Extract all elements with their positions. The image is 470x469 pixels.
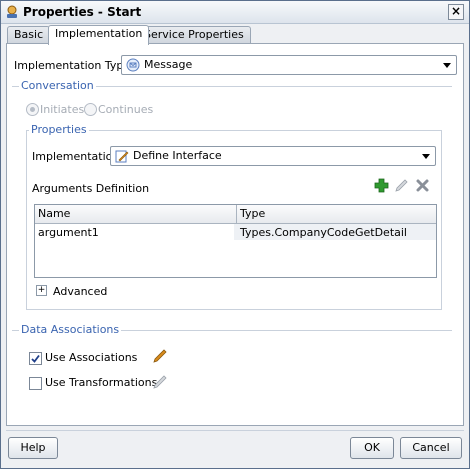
table-row[interactable]: argument1 — [35, 224, 234, 240]
arguments-table: Name Type argument1 Types.CompanyCodeGet… — [34, 204, 437, 278]
use-transformations-checkbox[interactable] — [29, 377, 42, 390]
arguments-definition-label: Arguments Definition — [32, 182, 150, 195]
chevron-down-icon — [422, 154, 430, 159]
table-row-type[interactable]: Types.CompanyCodeGetDetail — [234, 224, 436, 240]
properties-title: Properties — [29, 123, 89, 136]
conversation-title: Conversation — [19, 79, 96, 92]
ok-button[interactable]: OK — [350, 437, 394, 459]
app-icon — [7, 5, 17, 18]
delete-icon[interactable] — [415, 178, 430, 193]
column-header-name[interactable]: Name — [35, 205, 237, 224]
data-associations-title: Data Associations — [19, 323, 122, 336]
checkmark-icon — [31, 354, 40, 363]
use-associations-checkbox[interactable] — [29, 352, 42, 365]
tab-implementation[interactable]: Implementation — [48, 25, 150, 45]
close-icon: × — [450, 4, 462, 18]
implementation-type-select[interactable]: Message — [121, 55, 457, 75]
add-icon[interactable] — [374, 178, 389, 193]
advanced-expand-icon[interactable]: + — [36, 285, 47, 296]
define-interface-icon — [115, 150, 129, 163]
cancel-button[interactable]: Cancel — [400, 437, 462, 459]
chevron-down-icon — [443, 63, 451, 68]
tab-service-properties[interactable]: Service Properties — [137, 26, 251, 44]
argument-name-cell[interactable]: argument1 — [35, 224, 99, 239]
help-button[interactable]: Help — [8, 437, 58, 459]
title-bar[interactable]: Properties - Start × — [1, 1, 469, 24]
initiates-label: Initiates — [40, 103, 85, 116]
use-associations-label: Use Associations — [45, 351, 138, 364]
argument-type-cell[interactable]: Types.CompanyCodeGetDetail — [237, 224, 407, 239]
close-button[interactable]: × — [448, 4, 464, 20]
properties-dialog: Properties - Start × Basic Implementatio… — [0, 0, 470, 469]
initiates-radio[interactable] — [26, 103, 39, 116]
implementation-panel: Implementation Type: Message Conversatio… — [6, 43, 464, 426]
footer-divider — [6, 430, 464, 431]
edit-transformations-pencil-icon[interactable] — [152, 374, 168, 390]
continues-label: Continues — [98, 103, 154, 116]
edit-associations-pencil-icon[interactable] — [152, 348, 168, 364]
implementation-type-value: Message — [144, 58, 193, 71]
window-title: Properties - Start — [23, 5, 142, 19]
edit-pencil-icon[interactable] — [394, 178, 409, 193]
use-transformations-label: Use Transformations — [45, 376, 158, 389]
continues-radio[interactable] — [84, 103, 97, 116]
column-header-type[interactable]: Type — [237, 205, 436, 224]
message-icon — [126, 58, 140, 72]
advanced-label[interactable]: Advanced — [53, 285, 107, 298]
implementation-type-label: Implementation Type: — [14, 59, 134, 72]
tab-basic[interactable]: Basic — [7, 26, 51, 44]
implementation-value: Define Interface — [133, 149, 222, 162]
implementation-select[interactable]: Define Interface — [110, 146, 436, 166]
